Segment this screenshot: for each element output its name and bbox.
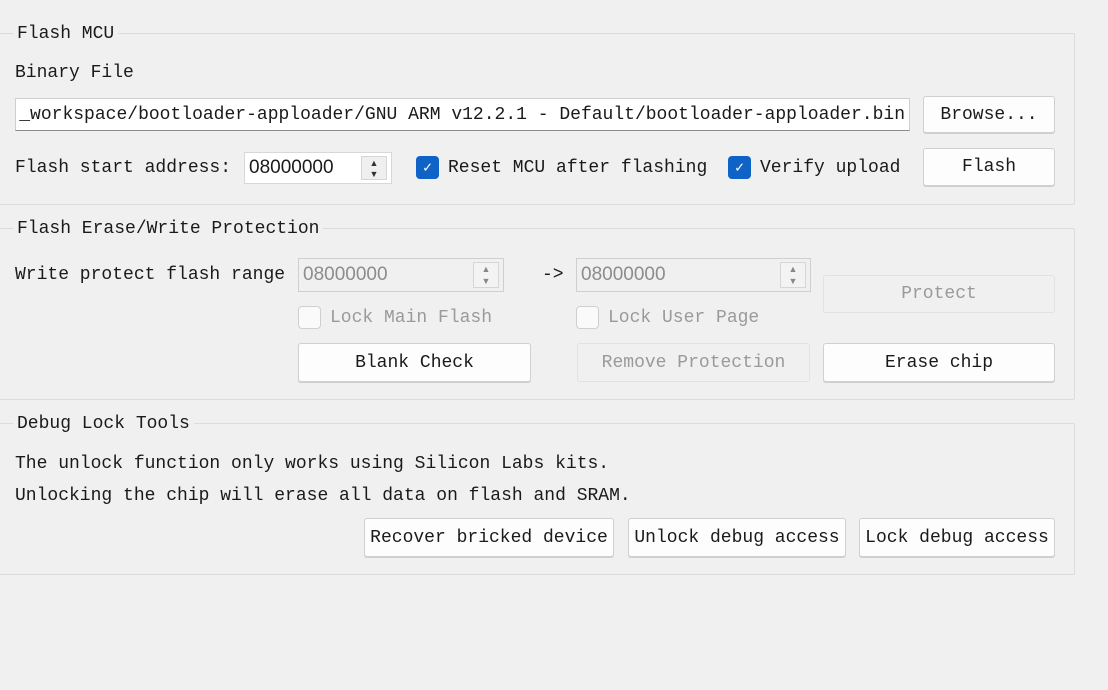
start-address-label: Flash start address: — [15, 158, 232, 178]
spin-arrows[interactable]: ▲ ▼ — [361, 156, 387, 180]
spin-up-icon[interactable]: ▲ — [789, 264, 798, 274]
range-start-value: 08000000 — [303, 264, 388, 285]
binary-file-path-input[interactable]: _workspace/bootloader-apploader/GNU ARM … — [15, 98, 910, 131]
spin-down-icon[interactable]: ▼ — [370, 169, 379, 179]
blank-check-button[interactable]: Blank Check — [298, 343, 531, 382]
protection-title: Flash Erase/Write Protection — [13, 219, 324, 239]
spin-up-icon[interactable]: ▲ — [370, 158, 379, 168]
verify-upload-checkbox[interactable]: ✓ — [728, 156, 751, 179]
checkmark-icon: ✓ — [734, 160, 745, 177]
remove-protection-button[interactable]: Remove Protection — [577, 343, 810, 382]
spin-up-icon[interactable]: ▲ — [482, 264, 491, 274]
debug-info-line2: Unlocking the chip will erase all data o… — [15, 486, 631, 506]
unlock-debug-button[interactable]: Unlock debug access — [628, 518, 846, 557]
lock-debug-button[interactable]: Lock debug access — [859, 518, 1055, 557]
binary-file-path-text: _workspace/bootloader-apploader/GNU ARM … — [19, 104, 905, 125]
reset-mcu-label[interactable]: Reset MCU after flashing — [448, 157, 707, 179]
range-arrow: -> — [542, 265, 564, 285]
lock-user-page-checkbox[interactable] — [576, 306, 599, 329]
spin-arrows[interactable]: ▲ ▼ — [473, 262, 499, 288]
flash-mcu-title: Flash MCU — [13, 24, 119, 44]
protect-button[interactable]: Protect — [823, 275, 1055, 313]
spin-down-icon[interactable]: ▼ — [482, 276, 491, 286]
erase-chip-button[interactable]: Erase chip — [823, 343, 1055, 382]
spin-down-icon[interactable]: ▼ — [789, 276, 798, 286]
verify-upload-label[interactable]: Verify upload — [760, 157, 900, 179]
range-end-spinbox[interactable]: 08000000 ▲ ▼ — [576, 258, 811, 292]
lock-main-flash-label[interactable]: Lock Main Flash — [330, 307, 492, 329]
range-start-spinbox[interactable]: 08000000 ▲ ▼ — [298, 258, 504, 292]
debug-info-line1: The unlock function only works using Sil… — [15, 454, 610, 474]
reset-mcu-checkbox[interactable]: ✓ — [416, 156, 439, 179]
recover-device-button[interactable]: Recover bricked device — [364, 518, 614, 557]
spin-arrows[interactable]: ▲ ▼ — [780, 262, 806, 288]
browse-button[interactable]: Browse... — [923, 96, 1055, 133]
start-address-value: 08000000 — [249, 157, 334, 178]
debug-lock-title: Debug Lock Tools — [13, 414, 194, 434]
lock-user-page-label[interactable]: Lock User Page — [608, 307, 759, 329]
range-label: Write protect flash range — [15, 265, 286, 285]
start-address-spinbox[interactable]: 08000000 ▲ ▼ — [244, 152, 392, 184]
flash-button[interactable]: Flash — [923, 148, 1055, 186]
checkmark-icon: ✓ — [422, 160, 433, 177]
range-end-value: 08000000 — [581, 264, 666, 285]
binary-file-label: Binary File — [15, 63, 134, 83]
lock-main-flash-checkbox[interactable] — [298, 306, 321, 329]
